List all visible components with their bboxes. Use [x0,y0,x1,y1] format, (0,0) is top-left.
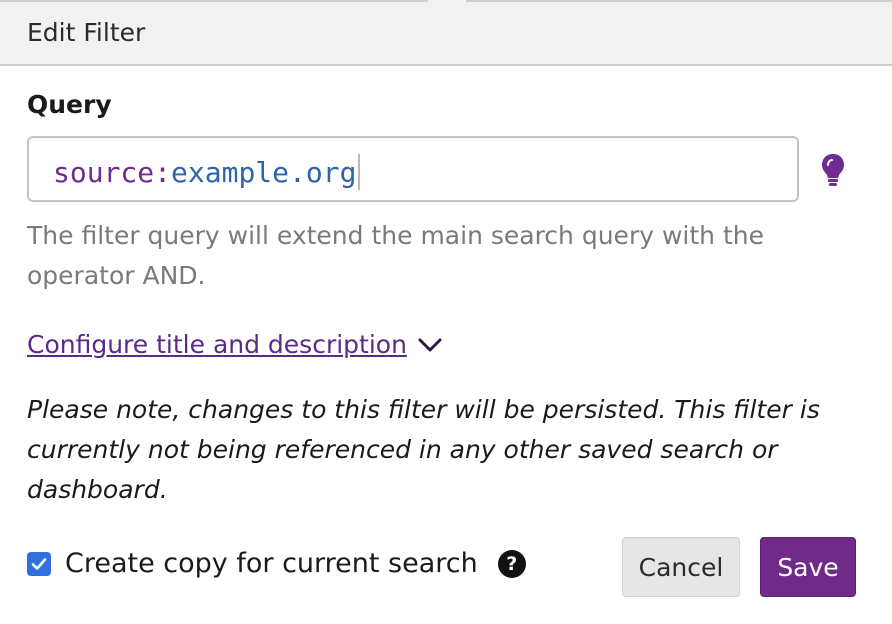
dialog-title: Edit Filter [27,18,146,47]
cancel-button[interactable]: Cancel [622,537,740,597]
persistence-note: Please note, changes to this filter will… [27,395,820,504]
query-input-value[interactable]: source:example.org [53,154,361,190]
question-circle-icon[interactable]: ? [497,549,526,578]
query-colon-token: : [154,156,172,189]
save-button[interactable]: Save [760,537,856,597]
create-copy-row: Create copy for current search ? [27,548,526,579]
text-cursor [358,154,361,190]
configure-title-description-toggle[interactable]: Configure title and description [27,330,443,359]
dialog-header: Edit Filter [0,0,892,66]
chevron-down-icon[interactable] [417,336,443,354]
checkmark-icon [31,557,47,570]
query-field-token: source [53,156,155,189]
lightbulb-icon[interactable] [820,153,846,187]
create-copy-checkbox[interactable] [27,551,51,576]
top-divider-left [0,0,428,2]
configure-link-label[interactable]: Configure title and description [27,330,407,359]
top-divider-right [466,0,892,2]
query-term-token: example.org [171,156,357,189]
query-input[interactable]: source:example.org [27,136,799,202]
query-label: Query [27,90,112,119]
create-copy-label[interactable]: Create copy for current search [65,548,478,579]
query-help-text: The filter query will extend the main se… [27,221,764,290]
